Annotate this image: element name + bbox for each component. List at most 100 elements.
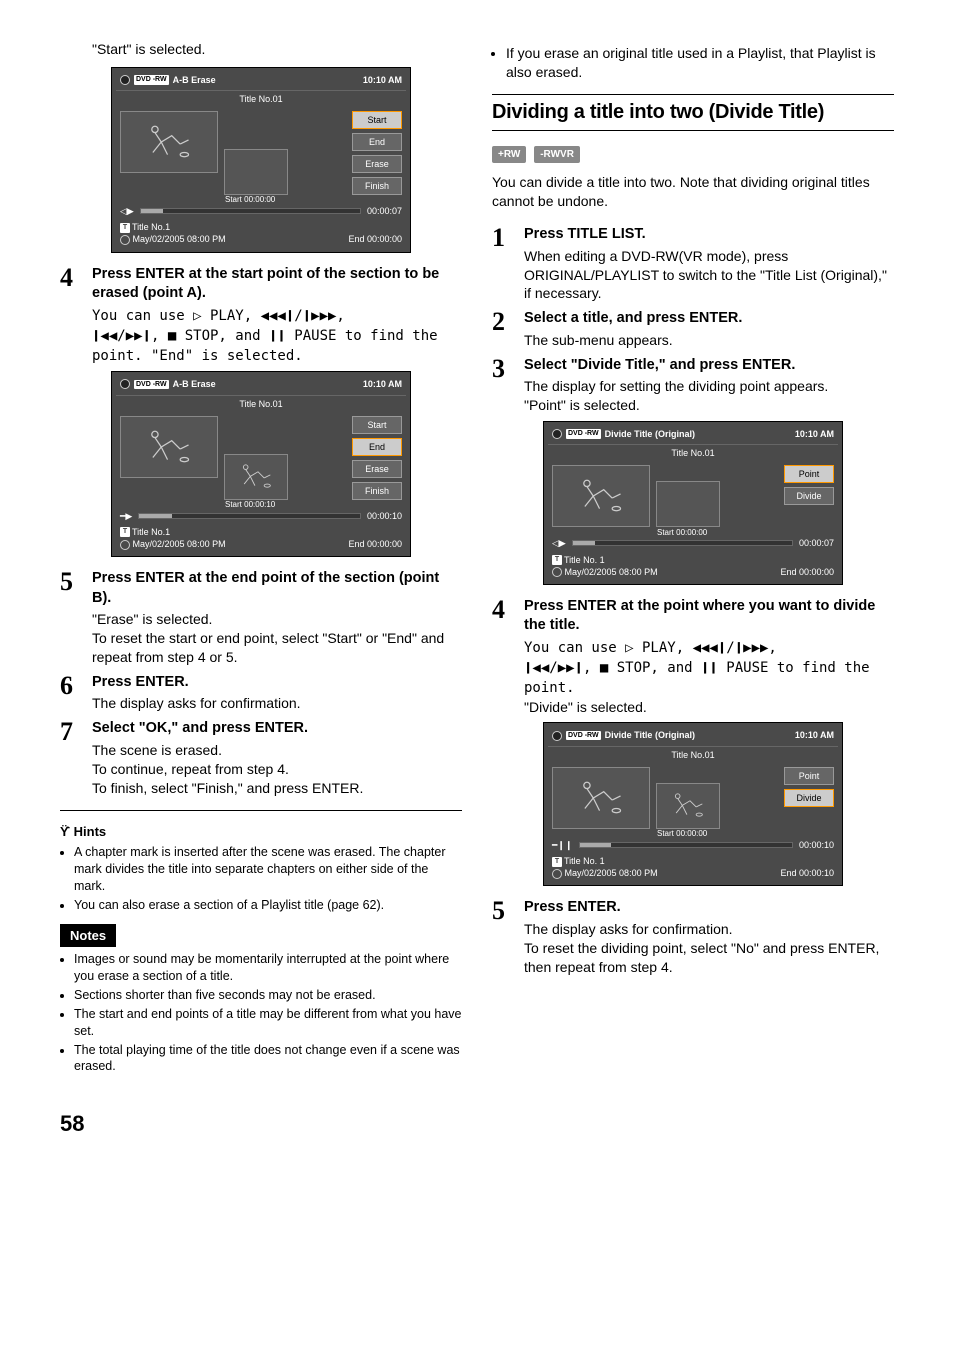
end-time-label: End 00:00:00 <box>780 566 834 578</box>
start-button[interactable]: Start <box>352 416 402 434</box>
erase-button[interactable]: Erase <box>352 155 402 173</box>
step-text: The sub-menu appears. <box>524 331 894 350</box>
disc-type-badge: DVD -RW <box>566 731 601 740</box>
end-time-label: End 00:00:10 <box>780 867 834 879</box>
panel-subtitle: Title No.01 <box>116 90 406 107</box>
t-badge-icon: T <box>120 223 130 233</box>
step-number-6: 6 <box>60 673 92 713</box>
progress-bar[interactable] <box>572 540 793 546</box>
thumbnail-start: Start 00:00:00 <box>224 149 288 195</box>
step-number-7: 7 <box>60 719 92 797</box>
panel-subtitle: Title No.01 <box>548 444 838 461</box>
step-number-2: 2 <box>492 309 524 349</box>
play-icon: ━▶ <box>120 510 132 522</box>
divide-panel-1: DVD -RW Divide Title (Original) 10:10 AM… <box>543 421 843 585</box>
t-badge-icon: T <box>120 527 130 537</box>
disc-icon <box>552 429 562 439</box>
note-item: If you erase an original title used in a… <box>506 44 894 82</box>
title-number: Title No. 1 <box>564 555 605 565</box>
step-text: The display asks for confirmation. <box>92 694 462 713</box>
thumbnail <box>120 111 218 173</box>
divide-button[interactable]: Divide <box>784 487 834 505</box>
progress-bar[interactable] <box>579 842 793 848</box>
step-heading: Select "OK," and press ENTER. <box>92 719 462 739</box>
disc-type-badge: DVD -RW <box>134 380 169 389</box>
thumbnail-start: Start 00:00:00 <box>656 783 720 829</box>
end-time-label: End 00:00:00 <box>348 233 402 245</box>
note-item: Images or sound may be momentarily inter… <box>74 951 462 985</box>
t-badge-icon: T <box>552 857 562 867</box>
note-item: Sections shorter than five seconds may n… <box>74 987 462 1004</box>
hints-heading: ϔ Hints <box>60 823 462 841</box>
section-title: Dividing a title into two (Divide Title) <box>492 94 894 131</box>
erase-button[interactable]: Erase <box>352 460 402 478</box>
step-number-1: 1 <box>492 225 524 303</box>
format-badge: +RW <box>492 146 526 164</box>
top-note-list: If you erase an original title used in a… <box>492 44 894 82</box>
thumbnail-start: Start 00:00:00 <box>656 481 720 527</box>
thumbnail <box>552 465 650 527</box>
title-number: Title No. 1 <box>564 856 605 866</box>
clock-icon <box>120 235 130 245</box>
step-text: When editing a DVD-RW(VR mode), press OR… <box>524 247 894 304</box>
disc-type-badge: DVD -RW <box>134 75 169 84</box>
notes-list: Images or sound may be momentarily inter… <box>60 951 462 1075</box>
start-time-label: Start 00:00:00 <box>657 829 707 840</box>
step-heading: Select a title, and press ENTER. <box>524 309 894 329</box>
progress-bar[interactable] <box>140 208 361 214</box>
t-badge-icon: T <box>552 555 562 565</box>
step-text: The scene is erased. To continue, repeat… <box>92 741 462 798</box>
start-time-label: Start 00:00:00 <box>225 195 275 206</box>
panel-time: 10:10 AM <box>363 378 402 390</box>
disc-type-badge: DVD -RW <box>566 429 601 438</box>
hints-list: A chapter mark is inserted after the sce… <box>60 844 462 914</box>
step-number-4: 4 <box>60 265 92 366</box>
end-button[interactable]: End <box>352 438 402 456</box>
clock-icon <box>552 567 562 577</box>
step-number-5: 5 <box>60 569 92 667</box>
divide-button[interactable]: Divide <box>784 789 834 807</box>
step-number-3: 3 <box>492 356 524 415</box>
panel-time: 10:10 AM <box>363 74 402 86</box>
step-heading: Press ENTER at the point where you want … <box>524 597 894 636</box>
note-item: The total playing time of the title does… <box>74 1042 462 1076</box>
play-icon: ◁▶ <box>552 537 566 549</box>
timestamp: May/02/2005 08:00 PM <box>133 539 226 549</box>
point-button[interactable]: Point <box>784 465 834 483</box>
step-heading: Select "Divide Title," and press ENTER. <box>524 356 894 376</box>
start-button[interactable]: Start <box>352 111 402 129</box>
finish-button[interactable]: Finish <box>352 177 402 195</box>
panel-subtitle: Title No.01 <box>116 395 406 412</box>
step-heading: Press ENTER at the end point of the sect… <box>92 569 462 608</box>
hint-item: You can also erase a section of a Playli… <box>74 897 462 914</box>
notes-heading: Notes <box>60 924 116 948</box>
timestamp: May/02/2005 08:00 PM <box>133 234 226 244</box>
panel-time: 10:10 AM <box>795 428 834 440</box>
disc-icon <box>120 379 130 389</box>
progress-bar[interactable] <box>138 513 361 519</box>
panel-title: Divide Title (Original) <box>605 729 695 741</box>
timestamp: May/02/2005 08:00 PM <box>565 868 658 878</box>
step-number-5: 5 <box>492 898 524 976</box>
progress-time: 00:00:10 <box>367 510 402 522</box>
thumbnail-start: Start 00:00:10 <box>224 454 288 500</box>
panel-title: Divide Title (Original) <box>605 428 695 440</box>
pause-icon: ━❙❙ <box>552 839 573 851</box>
step-number-4: 4 <box>492 597 524 717</box>
step-text: The display for setting the dividing poi… <box>524 377 894 415</box>
point-button[interactable]: Point <box>784 767 834 785</box>
ab-erase-panel-2: DVD -RW A-B Erase 10:10 AM Title No.01 S… <box>111 371 411 557</box>
step-text: The display asks for confirmation. To re… <box>524 920 894 977</box>
disc-icon <box>552 731 562 741</box>
finish-button[interactable]: Finish <box>352 482 402 500</box>
intro-text: You can divide a title into two. Note th… <box>492 173 894 211</box>
progress-time: 00:00:10 <box>799 839 834 851</box>
end-button[interactable]: End <box>352 133 402 151</box>
clock-icon <box>552 869 562 879</box>
progress-time: 00:00:07 <box>367 205 402 217</box>
thumbnail <box>552 767 650 829</box>
panel-title: A-B Erase <box>173 74 216 86</box>
thumbnail <box>120 416 218 478</box>
step-text: You can use ▷ PLAY, ◀◀◀❙/❙▶▶▶, ❙◀◀/▶▶❙, … <box>524 638 894 717</box>
note-item: The start and end points of a title may … <box>74 1006 462 1040</box>
